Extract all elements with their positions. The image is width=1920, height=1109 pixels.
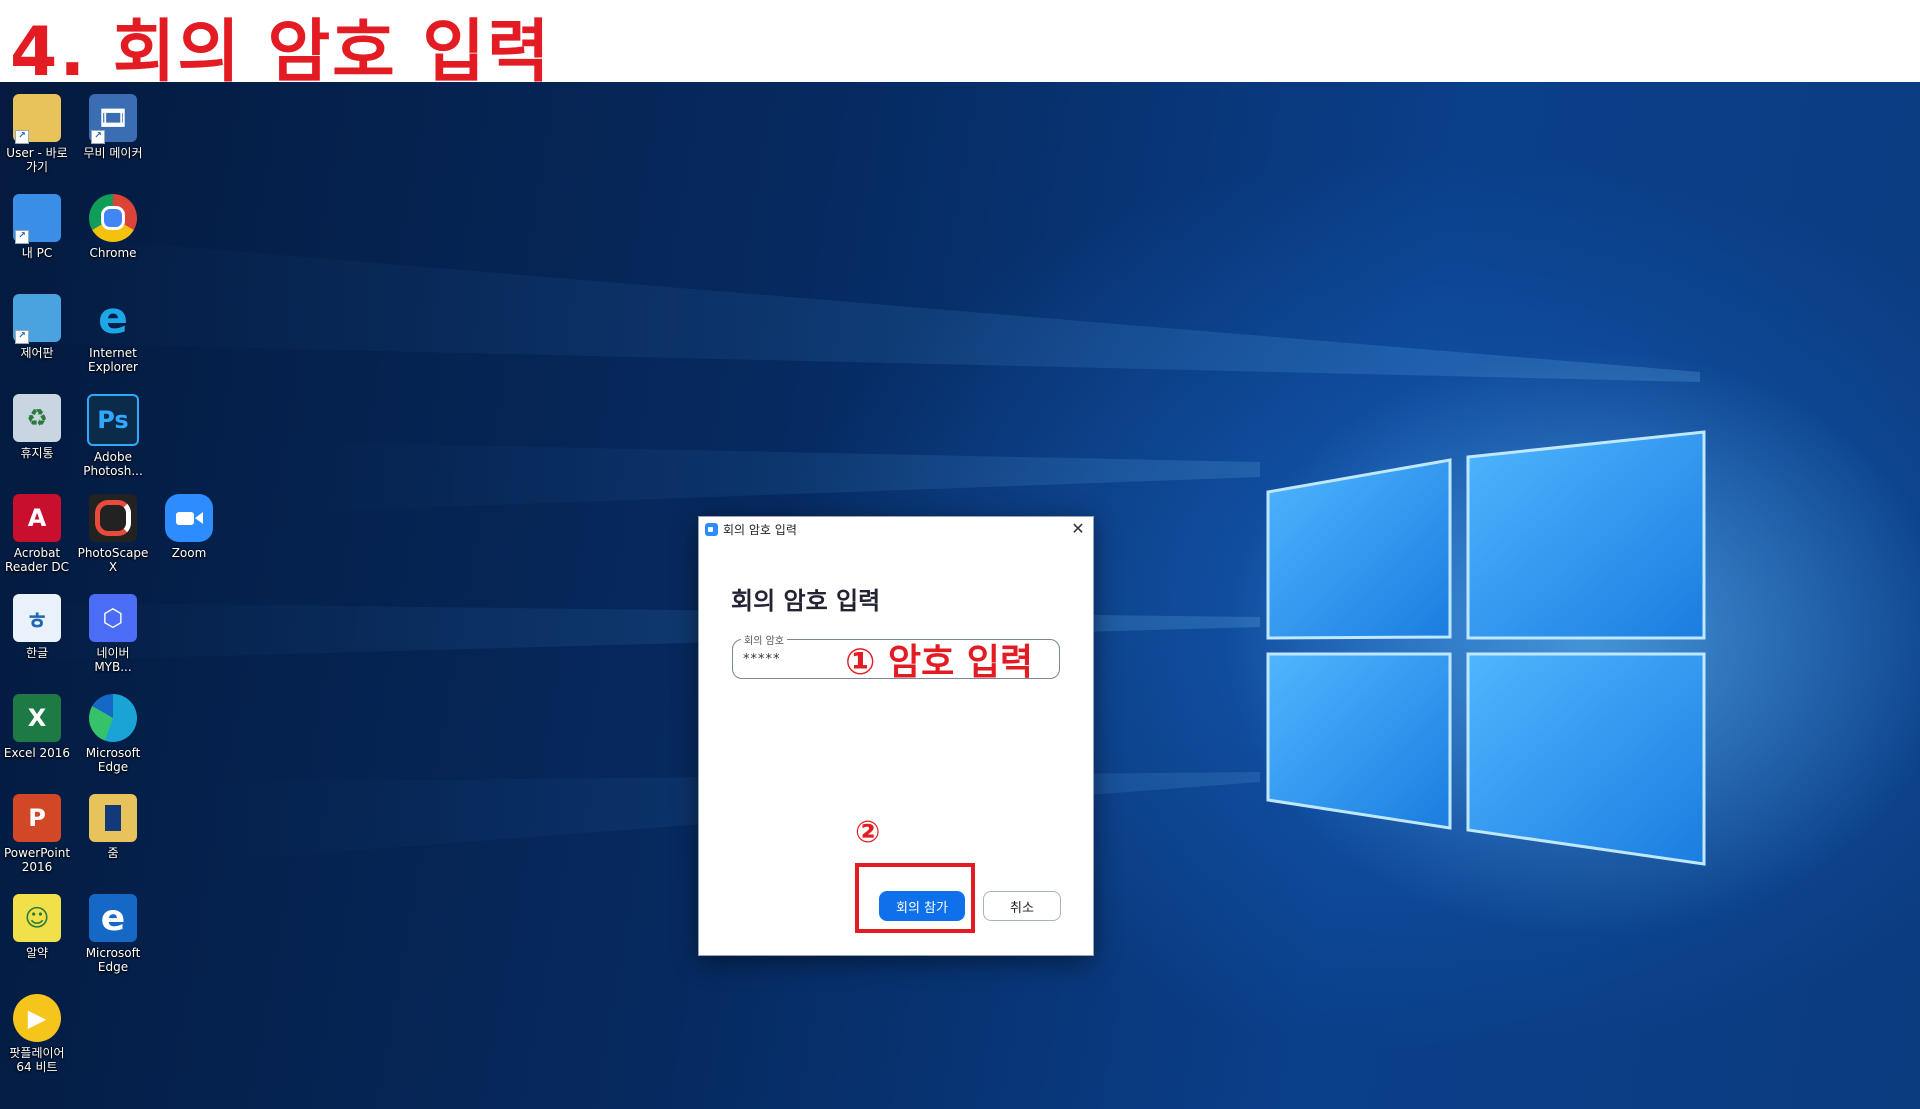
desktop-icon-label: 휴지통	[20, 446, 54, 460]
edge-legacy-icon: e	[89, 894, 137, 942]
desktop-icon-microsoft-edge[interactable]: Microsoft Edge	[76, 694, 150, 774]
desktop-icon-powerpoint[interactable]: P PowerPoint 2016	[0, 794, 74, 874]
zoom-folder-icon	[89, 794, 137, 842]
desktop-icon-label: User - 바로 가기	[6, 146, 68, 174]
windows-logo-pane	[1466, 430, 1706, 640]
dialog-heading: 회의 암호 입력	[731, 587, 881, 615]
windows-logo-pane	[1266, 458, 1452, 640]
desktop-icon-label: 알약	[25, 946, 49, 960]
desktop-icon-label: 줌	[107, 846, 119, 860]
desktop-icon-label: Excel 2016	[3, 746, 71, 760]
chrome-icon	[89, 194, 137, 242]
annotation-step-2: ②	[855, 815, 881, 850]
desktop-icon-naver-mybox[interactable]: ⬡ 네이버 MYB...	[76, 594, 150, 674]
desktop-icon-label: Acrobat Reader DC	[5, 546, 69, 574]
recycle-bin-icon: ♻	[13, 394, 61, 442]
desktop-icon-label: PowerPoint 2016	[3, 846, 71, 874]
control-panel-icon: ↗	[13, 294, 61, 344]
photoshop-icon: Ps	[87, 394, 139, 446]
computer-icon: ↗	[13, 194, 61, 244]
zoom-icon	[165, 494, 213, 542]
desktop-icon-label: 제어판	[20, 346, 54, 360]
zoom-app-icon	[705, 523, 718, 536]
desktop-icon-label: Microsoft Edge	[85, 946, 141, 974]
dialog-titlebar: 회의 암호 입력 ✕	[699, 517, 1093, 541]
desktop-icon-label: 무비 메이커	[83, 146, 143, 160]
windows-logo-pane	[1466, 652, 1706, 866]
desktop-icon-alyac[interactable]: ☺ 알약	[0, 894, 74, 960]
desktop-icon-movie-maker[interactable]: 🎞 ↗ 무비 메이커	[76, 94, 150, 160]
desktop-icon-photoscape[interactable]: PhotoScape X	[76, 494, 150, 574]
desktop-icon-my-pc[interactable]: ↗ 내 PC	[0, 194, 74, 260]
tutorial-header: 4. 회의 암호 입력	[0, 0, 1920, 92]
tutorial-step-title: 4. 회의 암호 입력	[10, 13, 552, 92]
join-meeting-button[interactable]: 회의 참가	[879, 891, 965, 921]
desktop-icon-zoom-folder[interactable]: 줌	[76, 794, 150, 860]
acrobat-icon: A	[13, 494, 61, 542]
excel-icon: X	[13, 694, 61, 742]
desktop-icon-user-shortcut[interactable]: ↗ User - 바로 가기	[0, 94, 74, 174]
windows-logo-pane	[1266, 652, 1452, 830]
desktop-icon-chrome[interactable]: Chrome	[76, 194, 150, 260]
desktop-icon-control-panel[interactable]: ↗ 제어판	[0, 294, 74, 360]
desktop-icon-hangul[interactable]: ㅎ 한글	[0, 594, 74, 660]
desktop-icon-label: Microsoft Edge	[85, 746, 141, 774]
desktop-icon-label: 한글	[25, 646, 49, 660]
photoscape-icon	[89, 494, 137, 542]
hangul-icon: ㅎ	[13, 594, 61, 642]
cancel-button[interactable]: 취소	[983, 891, 1061, 921]
desktop-icon-microsoft-edge-legacy[interactable]: e Microsoft Edge	[76, 894, 150, 974]
edge-icon	[89, 694, 137, 742]
desktop-icon-photoshop[interactable]: Ps Adobe Photosh...	[76, 394, 150, 478]
desktop-icon-label: PhotoScape X	[77, 546, 149, 574]
desktop-icon-label: Adobe Photosh...	[83, 450, 143, 478]
desktop-icon-label: 팟플레이어 64 비트	[9, 1046, 65, 1074]
desktop-icon-zoom[interactable]: Zoom	[152, 494, 226, 560]
desktop-icon-recycle-bin[interactable]: ♻ 휴지통	[0, 394, 74, 460]
desktop-icon-label: Internet Explorer	[88, 346, 138, 374]
windows-desktop: ↗ User - 바로 가기 ↗ 내 PC ↗ 제어판 ♻ 휴지통 A Acro…	[0, 82, 1920, 1109]
password-field-value: *****	[743, 652, 781, 667]
password-field-label: 회의 암호	[741, 632, 787, 647]
potplayer-icon: ▶	[13, 994, 61, 1042]
desktop-icon-potplayer[interactable]: ▶ 팟플레이어 64 비트	[0, 994, 74, 1074]
alyac-icon: ☺	[13, 894, 61, 942]
desktop-icon-label: 내 PC	[21, 246, 53, 260]
meeting-password-dialog: 회의 암호 입력 ✕ 회의 암호 입력 회의 암호 ***** ① 암호 입력 …	[698, 516, 1094, 956]
internet-explorer-icon: e	[98, 292, 128, 344]
movie-maker-icon: 🎞 ↗	[89, 94, 137, 144]
desktop-icon-label: 네이버 MYB...	[94, 646, 132, 674]
annotation-step-1: ① 암호 입력	[845, 642, 1034, 683]
naver-mybox-icon: ⬡	[89, 594, 137, 642]
desktop-icon-acrobat[interactable]: A Acrobat Reader DC	[0, 494, 74, 574]
powerpoint-icon: P	[13, 794, 61, 842]
desktop-icon-excel[interactable]: X Excel 2016	[0, 694, 74, 760]
desktop-icon-internet-explorer[interactable]: e Internet Explorer	[76, 292, 150, 375]
desktop-icon-label: Chrome	[89, 246, 137, 260]
desktop-icon-label: Zoom	[171, 546, 207, 560]
dialog-window-title: 회의 암호 입력	[723, 523, 797, 537]
close-icon[interactable]: ✕	[1067, 518, 1089, 540]
folder-icon: ↗	[13, 94, 61, 144]
